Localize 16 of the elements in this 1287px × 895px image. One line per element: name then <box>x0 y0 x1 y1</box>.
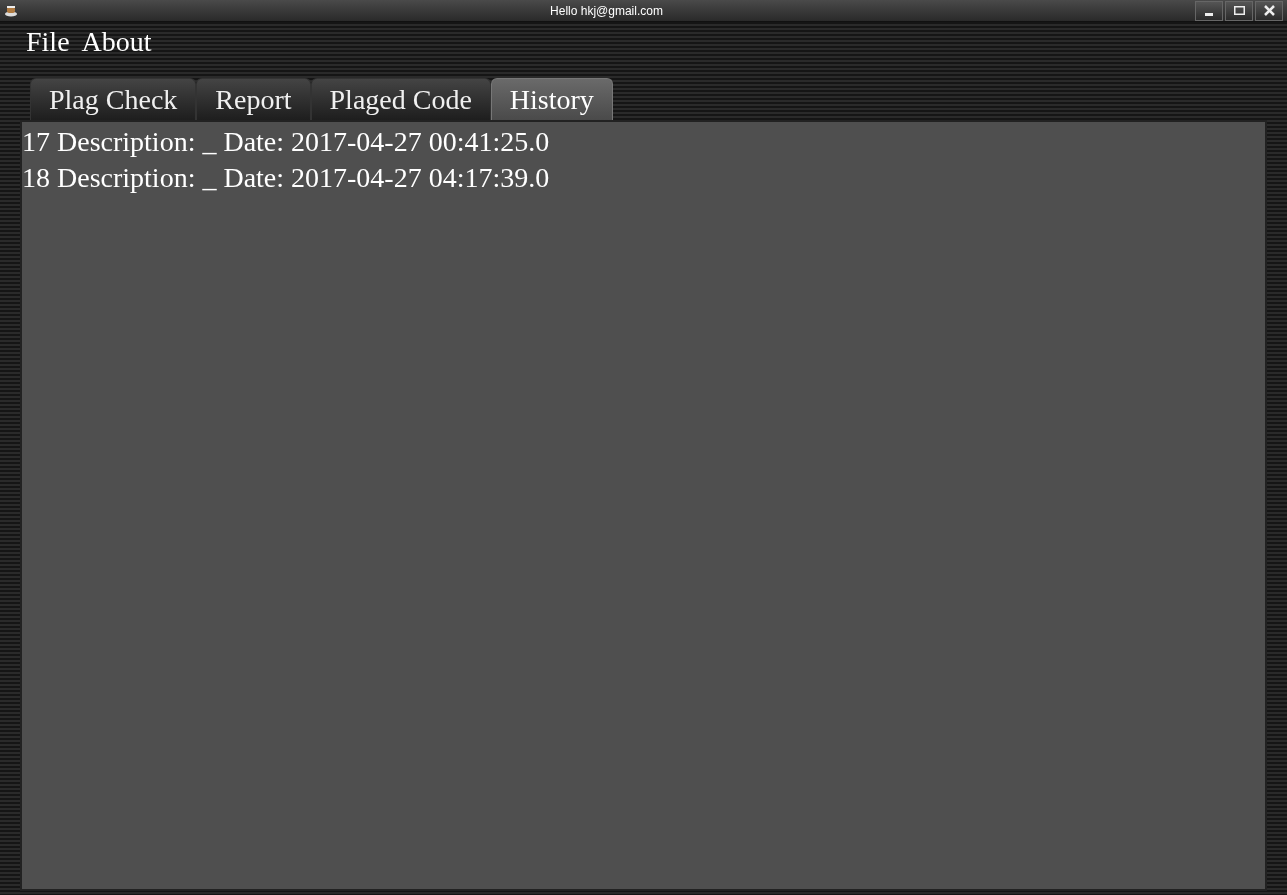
menu-item[interactable]: About <box>81 28 152 56</box>
menu-item[interactable]: File <box>26 28 70 56</box>
tab[interactable]: Plag Check <box>30 78 197 120</box>
close-icon <box>1263 5 1275 16</box>
history-entry[interactable]: 18 Description: _ Date: 2017-04-27 04:17:39.0 <box>22 160 1265 196</box>
tab[interactable]: History <box>490 78 613 120</box>
tab[interactable]: Report <box>196 78 311 120</box>
close-button[interactable] <box>1255 0 1283 21</box>
minimize-button[interactable] <box>1195 0 1223 21</box>
coffee-cup-icon <box>4 4 18 17</box>
maximize-icon <box>1233 6 1245 15</box>
maximize-button[interactable] <box>1225 0 1253 21</box>
history-entry[interactable]: 17 Description: _ Date: 2017-04-27 00:41:25.0 <box>22 124 1265 160</box>
window-title: Hello hkj@gmail.com <box>549 2 664 20</box>
minimize-icon <box>1205 13 1213 16</box>
tab[interactable]: Plaged Code <box>310 78 491 120</box>
